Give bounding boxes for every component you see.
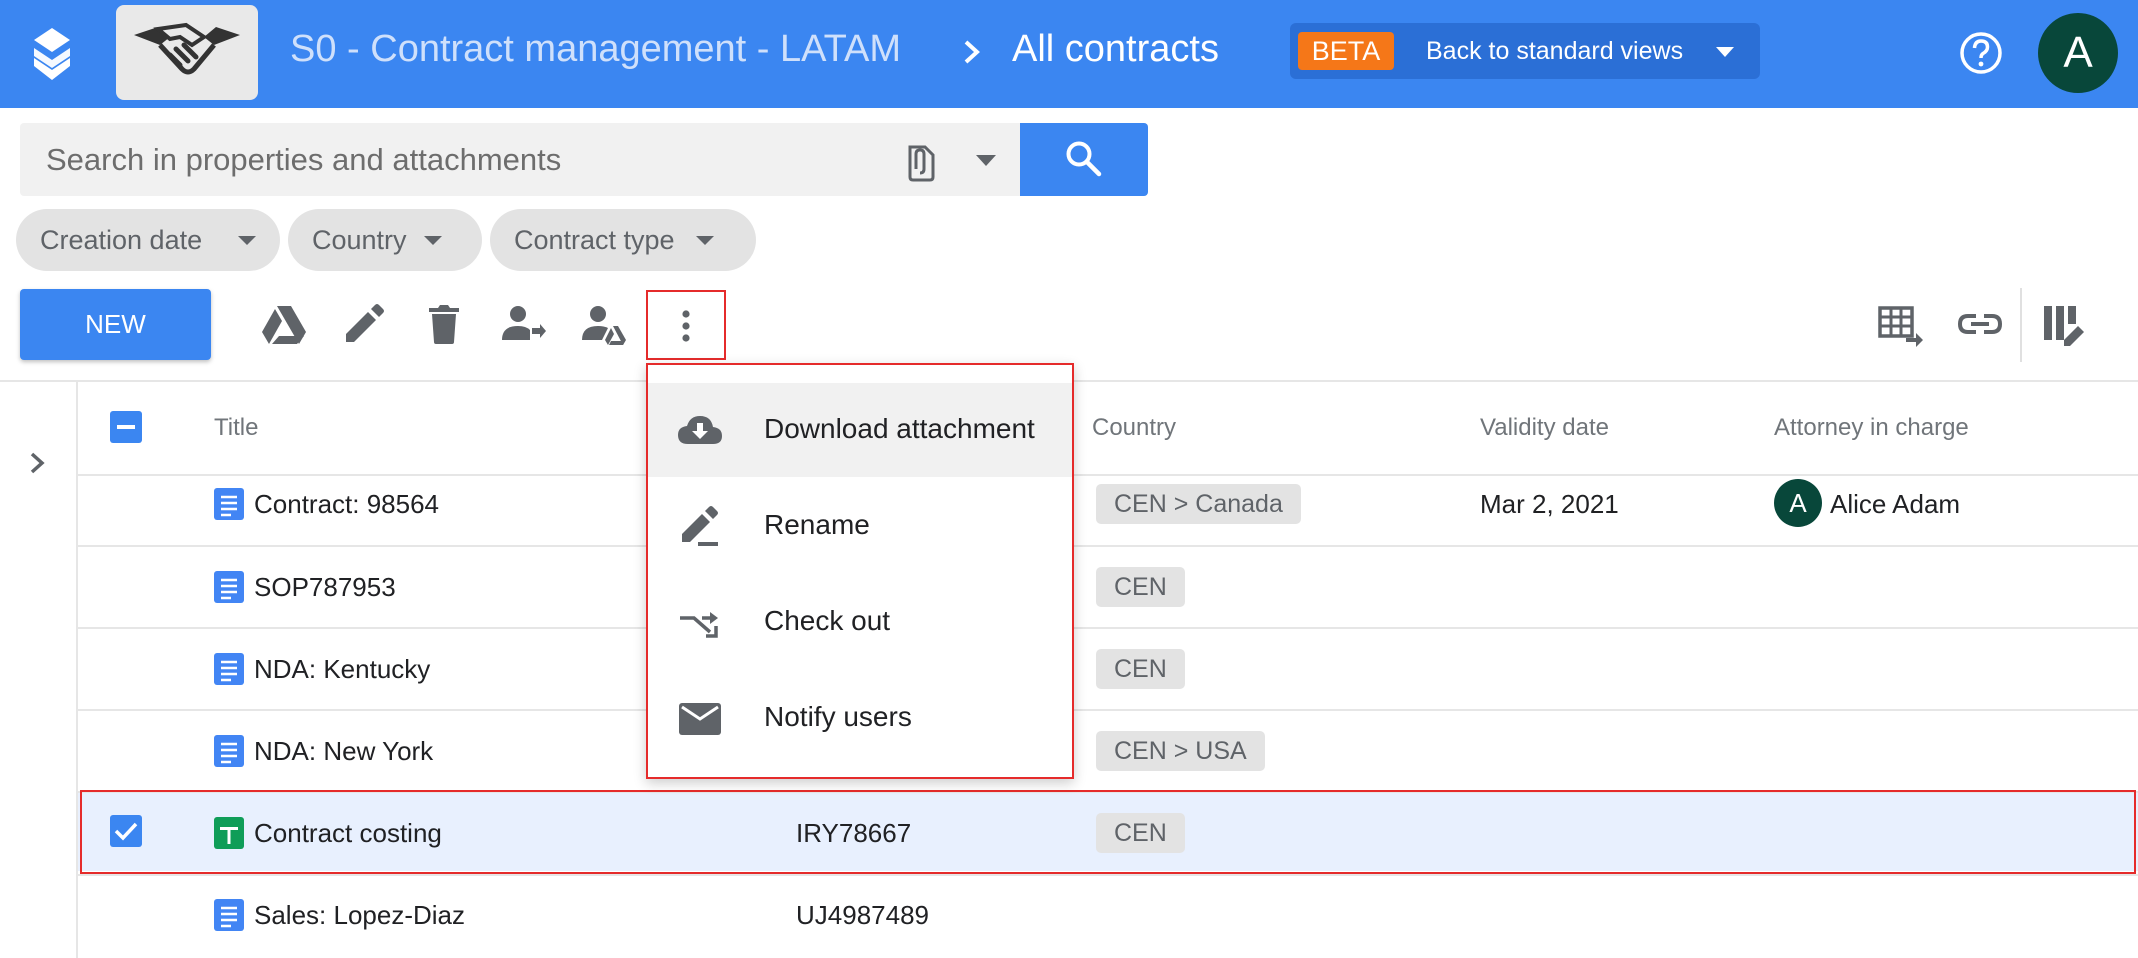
row-title[interactable]: NDA: Kentucky [254,654,430,685]
menu-item-notify-users[interactable]: Notify users [648,671,1072,765]
column-header-title[interactable]: Title [214,414,258,442]
row-title[interactable]: Contract: 98564 [254,489,439,520]
app-logo-icon[interactable] [30,26,74,82]
caret-down-icon [696,236,714,245]
folder-thumbnail[interactable] [116,5,258,100]
search-button[interactable] [1020,123,1148,196]
filter-chip-creation-date[interactable]: Creation date [16,209,280,271]
country-tag: CEN > USA [1096,731,1265,771]
doc-icon [214,571,244,603]
caret-down-icon [424,236,442,245]
country-tag: CEN [1096,649,1185,689]
caret-down-icon [238,236,256,245]
menu-item-label: Download attachment [764,413,1035,444]
country-tag: CEN [1096,813,1185,853]
filter-chip-label: Country [312,225,407,255]
check-icon [114,822,138,841]
doc-icon [214,899,244,931]
filter-chip-label: Contract type [514,225,675,255]
link-icon[interactable] [1956,300,2004,348]
sheet-icon [214,817,244,849]
help-icon[interactable] [1958,30,2004,76]
drive-icon[interactable] [260,300,308,348]
rename-icon [682,506,718,546]
country-tag: CEN [1096,567,1185,607]
row-validity-date: Mar 2, 2021 [1480,489,1619,519]
column-header-country[interactable]: Country [1092,414,1176,442]
checkout-icon [680,612,718,638]
more-vert-icon [682,310,690,342]
doc-icon [214,488,244,520]
export-sheet-icon[interactable] [1876,300,1924,348]
cloud-download-icon [678,416,722,444]
delete-icon[interactable] [420,300,468,348]
attachment-search-icon[interactable] [900,139,940,183]
doc-icon [214,735,244,767]
handshake-icon [134,22,240,75]
chevron-right-icon [964,40,980,64]
caret-down-icon[interactable] [975,153,997,167]
menu-item-label: Notify users [764,701,912,732]
menu-item-rename[interactable]: Rename [648,479,1072,573]
share-user-icon[interactable] [580,300,628,348]
top-app-bar: S0 - Contract management - LATAM All con… [0,0,2138,108]
row-attorney: Alice Adam [1830,489,1961,519]
menu-item-download-attachment[interactable]: Download attachment [648,383,1072,477]
assign-user-icon[interactable] [500,300,548,348]
expand-panel-chevron-icon[interactable] [22,448,52,478]
caret-down-icon [1716,47,1734,57]
filter-chip-country[interactable]: Country [288,209,482,271]
row-title[interactable]: NDA: New York [254,736,433,767]
new-button[interactable]: NEW [20,289,211,360]
doc-icon [214,653,244,685]
breadcrumb-folder[interactable]: S0 - Contract management - LATAM [290,28,901,71]
more-actions-menu: Download attachment Rename Check out Not… [646,363,1074,779]
select-all-checkbox[interactable] [110,411,142,443]
column-header-attorney-in-charge[interactable]: Attorney in charge [1774,414,1969,442]
search-icon [1066,141,1102,177]
user-avatar[interactable]: A [2038,13,2118,93]
row-reference: UJ4987489 [796,900,929,930]
attorney-avatar: A [1774,479,1822,527]
menu-item-label: Rename [764,509,870,540]
row-title[interactable]: SOP787953 [254,572,396,603]
column-settings-icon[interactable] [2040,300,2088,348]
back-to-standard-views-button[interactable]: BETA Back to standard views [1290,23,1760,79]
edit-icon[interactable] [340,300,388,348]
row-reference: IRY78667 [796,818,912,848]
toolbar-divider [2020,288,2022,362]
mail-icon [679,703,721,735]
breadcrumb-current-view: All contracts [1012,28,1219,70]
row-title[interactable]: Sales: Lopez-Diaz [254,900,465,931]
row-checkbox-checked[interactable] [110,815,142,847]
column-header-validity-date[interactable]: Validity date [1480,414,1609,442]
filter-chip-label: Creation date [40,225,203,255]
back-to-standard-views-label: Back to standard views [1426,37,1684,65]
country-tag: CEN > Canada [1096,484,1301,524]
menu-item-check-out[interactable]: Check out [648,575,1072,669]
row-title[interactable]: Contract costing [254,818,442,849]
menu-item-label: Check out [764,605,891,636]
beta-badge: BETA [1298,32,1394,70]
filter-chip-contract-type[interactable]: Contract type [490,209,756,271]
more-actions-button[interactable] [646,290,726,360]
search-box [20,123,1020,196]
search-input[interactable] [44,137,888,183]
